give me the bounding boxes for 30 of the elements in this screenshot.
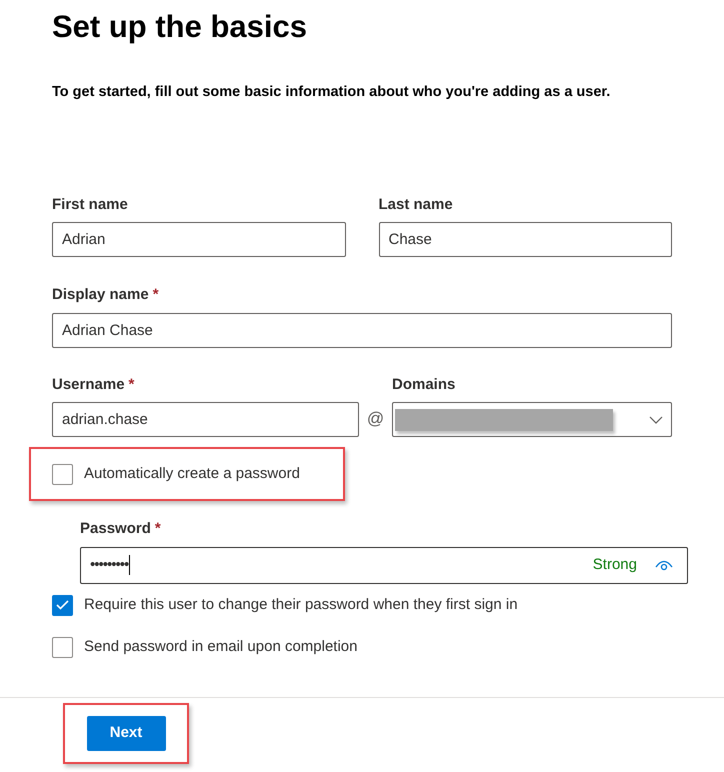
password-field[interactable]: ••••••••• Strong: [80, 546, 688, 584]
strength-text: Strong: [592, 555, 637, 575]
required-mark: *: [152, 285, 159, 306]
page-title: Set up the basics: [52, 8, 308, 46]
checkbox-label: Automatically create a password: [84, 464, 300, 484]
next-button[interactable]: Next: [86, 716, 166, 751]
input-field[interactable]: adrian.chase: [52, 402, 359, 438]
input-field[interactable]: Adrian Chase: [52, 312, 672, 348]
input-field[interactable]: Adrian: [52, 222, 346, 258]
field-label: Last name: [378, 194, 453, 215]
required-mark: *: [154, 519, 161, 540]
checkbox[interactable]: [52, 637, 73, 658]
field-label: First name: [52, 194, 128, 215]
field-label: Domains: [392, 374, 456, 395]
required-mark: *: [128, 374, 134, 395]
checkbox-label: Send password in email upon completion: [84, 637, 358, 658]
domain-dropdown[interactable]: [392, 402, 672, 438]
field-label: Password: [80, 519, 151, 540]
field-label: Display name: [52, 285, 149, 306]
chevron-down-icon: [649, 416, 663, 424]
field-label: Username: [52, 374, 125, 395]
checkbox-label: Require this user to change their password when they first sign in: [84, 594, 518, 615]
intro-text: To get started, fill out some basic information about who you're adding as a user.: [52, 83, 612, 102]
password-value: •••••••••: [90, 555, 128, 575]
checkbox[interactable]: [52, 464, 73, 485]
checkmark-icon: [56, 600, 69, 610]
checkbox[interactable]: [52, 594, 73, 616]
input-field[interactable]: Chase: [378, 222, 672, 258]
at-sign: @: [366, 408, 386, 430]
eye-icon[interactable]: [655, 559, 673, 572]
